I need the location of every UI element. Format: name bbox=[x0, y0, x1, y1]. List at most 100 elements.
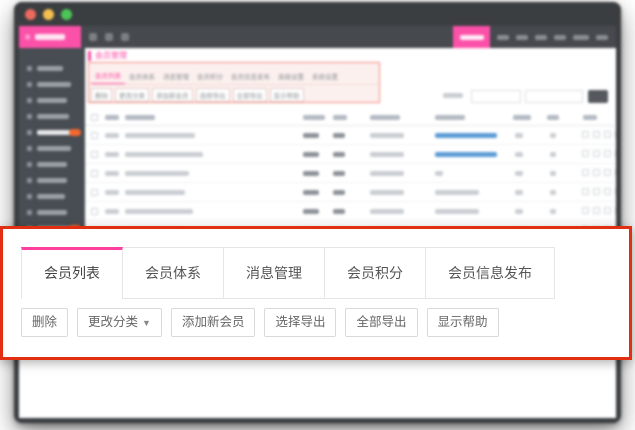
row-action-icon[interactable] bbox=[582, 169, 589, 176]
row-action-icon[interactable] bbox=[615, 207, 616, 214]
row-checkbox[interactable] bbox=[91, 151, 98, 158]
add-member-button[interactable]: 添加新会员 bbox=[171, 308, 256, 337]
row-action-icon[interactable] bbox=[582, 188, 589, 195]
change-category-label: 更改分类 bbox=[88, 315, 138, 329]
tab-info-publish[interactable]: 会员信息发布 bbox=[426, 247, 555, 299]
row-checkbox[interactable] bbox=[91, 170, 98, 177]
sidebar-item[interactable] bbox=[19, 140, 85, 156]
mini-change-category-button[interactable]: 更改分类 bbox=[115, 88, 149, 102]
row-action-icon[interactable] bbox=[604, 150, 611, 157]
sidebar-item[interactable] bbox=[19, 76, 85, 92]
highlighted-source-region: 会员列表 会员体系 消息管理 会员积分 会员信息发布 高级设置 系统设置 删除 … bbox=[88, 62, 380, 103]
points-placeholder bbox=[333, 152, 345, 157]
tab-messages[interactable]: 消息管理 bbox=[224, 247, 325, 299]
sidebar-item-label-placeholder bbox=[37, 162, 67, 167]
zoom-window-button[interactable] bbox=[61, 9, 72, 20]
table-row[interactable] bbox=[85, 145, 614, 164]
sidebar-item-label-placeholder bbox=[37, 146, 71, 151]
row-action-icon[interactable] bbox=[582, 150, 589, 157]
mini-delete-button[interactable]: 删除 bbox=[91, 88, 112, 102]
row-action-icon[interactable] bbox=[604, 131, 611, 138]
row-action-icon[interactable] bbox=[593, 207, 600, 214]
table-row[interactable] bbox=[85, 202, 614, 221]
row-action-icon[interactable] bbox=[593, 150, 600, 157]
window-titlebar bbox=[14, 2, 621, 26]
navbar-menu-item[interactable] bbox=[554, 35, 566, 40]
change-category-dropdown-button[interactable]: 更改分类▼ bbox=[77, 308, 162, 337]
navbar-menu-item[interactable] bbox=[516, 35, 528, 40]
mini-tab-member-list[interactable]: 会员列表 bbox=[91, 70, 125, 84]
sidebar-item[interactable] bbox=[19, 124, 85, 140]
mini-tab-info-publish[interactable]: 会员信息发布 bbox=[227, 71, 274, 84]
export-selected-button[interactable]: 选择导出 bbox=[264, 308, 336, 337]
row-action-icon[interactable] bbox=[615, 188, 616, 195]
sidebar-item[interactable] bbox=[19, 108, 85, 124]
tab-member-system[interactable]: 会员体系 bbox=[123, 247, 224, 299]
row-checkbox[interactable] bbox=[91, 189, 98, 196]
row-action-icon[interactable] bbox=[582, 131, 589, 138]
title-accent-bar bbox=[88, 51, 91, 61]
row-action-icon[interactable] bbox=[582, 207, 589, 214]
search-input[interactable] bbox=[525, 90, 583, 103]
sidebar-item-label-placeholder bbox=[37, 178, 67, 183]
sidebar-item[interactable] bbox=[19, 60, 85, 76]
sidebar-item[interactable] bbox=[19, 172, 85, 188]
show-help-button[interactable]: 显示帮助 bbox=[427, 308, 499, 337]
search-button[interactable] bbox=[588, 90, 608, 103]
select-all-checkbox[interactable] bbox=[91, 114, 98, 121]
minimize-window-button[interactable] bbox=[43, 9, 54, 20]
email-link-placeholder[interactable] bbox=[435, 152, 497, 157]
sidebar-item[interactable] bbox=[19, 188, 85, 204]
row-action-icon[interactable] bbox=[593, 169, 600, 176]
email-empty-placeholder bbox=[435, 171, 443, 176]
navbar-menu-item[interactable] bbox=[497, 35, 509, 40]
navbar-icon[interactable] bbox=[105, 33, 113, 41]
mini-show-help-button[interactable]: 显示帮助 bbox=[270, 88, 304, 102]
points-placeholder bbox=[333, 209, 345, 214]
navbar-menu-item[interactable] bbox=[573, 35, 589, 40]
tab-points[interactable]: 会员积分 bbox=[325, 247, 426, 299]
member-name-placeholder bbox=[125, 190, 185, 195]
row-action-icon[interactable] bbox=[615, 169, 616, 176]
navbar-menu-item[interactable] bbox=[535, 35, 547, 40]
email-link-placeholder[interactable] bbox=[435, 133, 497, 138]
mini-add-member-button[interactable]: 添加新会员 bbox=[152, 88, 193, 102]
navbar-icon[interactable] bbox=[89, 33, 97, 41]
row-action-icon[interactable] bbox=[615, 131, 616, 138]
filter-select[interactable] bbox=[471, 90, 521, 103]
table-row[interactable] bbox=[85, 164, 614, 183]
mini-tab-member-system[interactable]: 会员体系 bbox=[125, 71, 159, 84]
mini-tab-points[interactable]: 会员积分 bbox=[193, 71, 227, 84]
mini-export-selected-button[interactable]: 选择导出 bbox=[196, 88, 230, 102]
row-checkbox[interactable] bbox=[91, 208, 98, 215]
mini-tab-messages[interactable]: 消息管理 bbox=[159, 71, 193, 84]
row-action-icon[interactable] bbox=[615, 150, 616, 157]
navbar-menu-item[interactable] bbox=[596, 35, 608, 40]
points-placeholder bbox=[333, 171, 345, 176]
mini-export-all-button[interactable]: 全部导出 bbox=[233, 88, 267, 102]
mini-tab-advanced[interactable]: 高级设置 bbox=[274, 71, 308, 84]
table-row[interactable] bbox=[85, 183, 614, 202]
tab-member-list[interactable]: 会员列表 bbox=[21, 247, 123, 299]
table-row[interactable] bbox=[85, 126, 614, 145]
sidebar-item[interactable] bbox=[19, 204, 85, 220]
brand-logo[interactable]: ≡ bbox=[19, 26, 81, 48]
close-window-button[interactable] bbox=[25, 9, 36, 20]
delete-button[interactable]: 删除 bbox=[21, 308, 68, 337]
row-action-icon[interactable] bbox=[593, 131, 600, 138]
page-title-text: 会员管理 bbox=[95, 50, 127, 61]
member-name-placeholder bbox=[125, 152, 203, 157]
mini-tab-system[interactable]: 系统设置 bbox=[308, 71, 342, 84]
row-action-icon[interactable] bbox=[604, 169, 611, 176]
sidebar-item[interactable] bbox=[19, 92, 85, 108]
row-action-icon[interactable] bbox=[604, 207, 611, 214]
count-placeholder bbox=[515, 209, 523, 214]
row-checkbox[interactable] bbox=[91, 132, 98, 139]
status-placeholder bbox=[550, 209, 556, 214]
navbar-primary-button[interactable] bbox=[453, 26, 490, 48]
export-all-button[interactable]: 全部导出 bbox=[345, 308, 417, 337]
sidebar-item[interactable] bbox=[19, 156, 85, 172]
row-action-icon[interactable] bbox=[593, 188, 600, 195]
navbar-icon[interactable] bbox=[121, 33, 129, 41]
row-action-icon[interactable] bbox=[604, 188, 611, 195]
